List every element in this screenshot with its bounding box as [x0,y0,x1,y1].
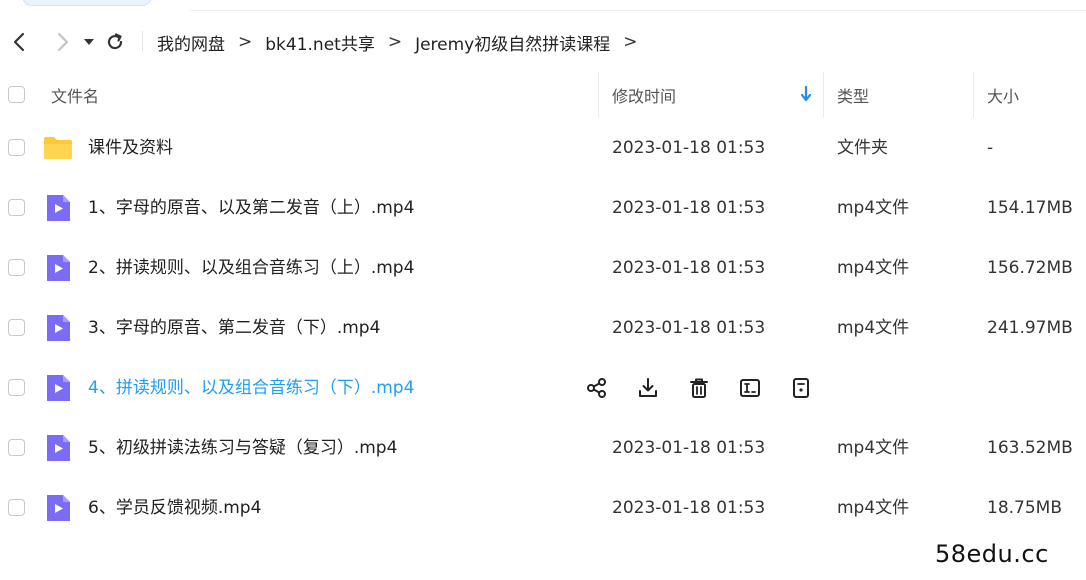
video-file-icon [47,495,70,521]
table-row[interactable]: 2、拼读规则、以及组合音练习（上）.mp4 2023-01-18 01:53 m… [0,238,1086,298]
column-name-header[interactable]: 文件名 [51,72,99,118]
file-modified-time: 2023-01-18 01:53 [612,438,766,458]
file-size: 18.75MB [987,498,1062,518]
file-name[interactable]: 5、初级拼读法练习与答疑（复习）.mp4 [88,418,397,478]
row-checkbox[interactable] [8,379,25,396]
file-size: 163.52MB [987,438,1073,458]
table-row-hovered[interactable]: 4、拼读规则、以及组合音练习（下）.mp4 [0,358,1086,418]
column-divider [598,72,599,118]
breadcrumb-separator: > [238,32,253,52]
file-modified-time: 2023-01-18 01:53 [612,258,766,278]
history-dropdown-button[interactable] [76,27,102,57]
breadcrumb-item-course[interactable]: Jeremy初级自然拼读课程 [415,30,610,55]
row-checkbox[interactable] [8,499,25,516]
row-checkbox[interactable] [8,139,25,156]
download-icon [639,378,657,397]
select-all-checkbox[interactable] [8,86,25,103]
forward-button[interactable] [50,27,76,57]
file-size: 241.97MB [987,318,1073,338]
file-size: 156.72MB [987,258,1073,278]
file-type: mp4文件 [837,438,910,458]
table-row[interactable]: 6、学员反馈视频.mp4 2023-01-18 01:53 mp4文件 18.7… [0,478,1086,538]
refresh-icon [107,33,123,50]
table-row[interactable]: 1、字母的原音、以及第二发音（上）.mp4 2023-01-18 01:53 m… [0,178,1086,238]
file-name[interactable]: 2、拼读规则、以及组合音练习（上）.mp4 [88,238,414,298]
file-size: 154.17MB [987,198,1073,218]
video-file-icon [47,255,70,281]
breadcrumb: 我的网盘 > bk41.net共享 > Jeremy初级自然拼读课程 > [157,30,651,55]
video-file-icon [47,315,70,341]
download-button[interactable] [635,375,661,401]
document-icon [793,378,809,398]
table-row[interactable]: 课件及资料 2023-01-18 01:53 文件夹 - [0,118,1086,178]
file-name[interactable]: 3、字母的原音、第二发音（下）.mp4 [88,298,380,358]
top-divider [190,10,1086,11]
column-divider [823,72,824,118]
file-modified-time: 2023-01-18 01:53 [612,498,766,518]
video-file-icon [47,435,70,461]
file-type: 文件夹 [837,138,888,158]
row-checkbox[interactable] [8,319,25,336]
breadcrumb-separator[interactable]: > [623,32,637,52]
refresh-button[interactable] [102,27,128,57]
rename-icon [740,379,760,397]
file-type: mp4文件 [837,318,910,338]
trash-icon [690,378,708,398]
column-type-header[interactable]: 类型 [837,72,869,118]
sort-descending-icon[interactable] [800,85,812,106]
file-name[interactable]: 4、拼读规则、以及组合音练习（下）.mp4 [88,358,414,418]
chevron-right-icon [57,32,69,52]
share-icon [587,378,606,398]
watermark: 58edu.cc [935,540,1049,568]
row-actions [584,375,839,401]
file-type: mp4文件 [837,198,910,218]
file-type: mp4文件 [837,498,910,518]
row-checkbox[interactable] [8,259,25,276]
video-file-icon [47,195,70,221]
row-checkbox[interactable] [8,199,25,216]
rename-button[interactable] [737,375,763,401]
file-modified-time: 2023-01-18 01:53 [612,138,766,158]
file-name[interactable]: 1、字母的原音、以及第二发音（上）.mp4 [88,178,414,238]
column-divider [973,72,974,118]
folder-icon [44,137,72,159]
file-name[interactable]: 课件及资料 [88,118,173,178]
breadcrumb-item-root[interactable]: 我的网盘 [157,30,225,55]
file-list-header: 文件名 修改时间 类型 大小 [0,72,1086,118]
file-modified-time: 2023-01-18 01:53 [612,318,766,338]
caret-down-icon [84,39,94,45]
back-button[interactable] [6,27,32,57]
file-modified-time: 2023-01-18 01:53 [612,198,766,218]
file-name[interactable]: 6、学员反馈视频.mp4 [88,478,261,538]
nav-divider [142,31,143,53]
video-file-icon [47,375,70,401]
breadcrumb-item-share[interactable]: bk41.net共享 [265,30,375,55]
column-modified-header[interactable]: 修改时间 [612,72,676,118]
navigation-bar: 我的网盘 > bk41.net共享 > Jeremy初级自然拼读课程 > [0,24,1086,60]
more-button[interactable] [788,375,814,401]
row-checkbox[interactable] [8,439,25,456]
file-size: - [987,138,994,158]
delete-button[interactable] [686,375,712,401]
table-row[interactable]: 3、字母的原音、第二发音（下）.mp4 2023-01-18 01:53 mp4… [0,298,1086,358]
search-pill[interactable] [22,0,152,6]
breadcrumb-separator: > [387,32,403,52]
chevron-left-icon [13,32,25,52]
share-button[interactable] [584,375,610,401]
column-size-header[interactable]: 大小 [987,72,1019,118]
table-row[interactable]: 5、初级拼读法练习与答疑（复习）.mp4 2023-01-18 01:53 mp… [0,418,1086,478]
file-type: mp4文件 [837,258,910,278]
